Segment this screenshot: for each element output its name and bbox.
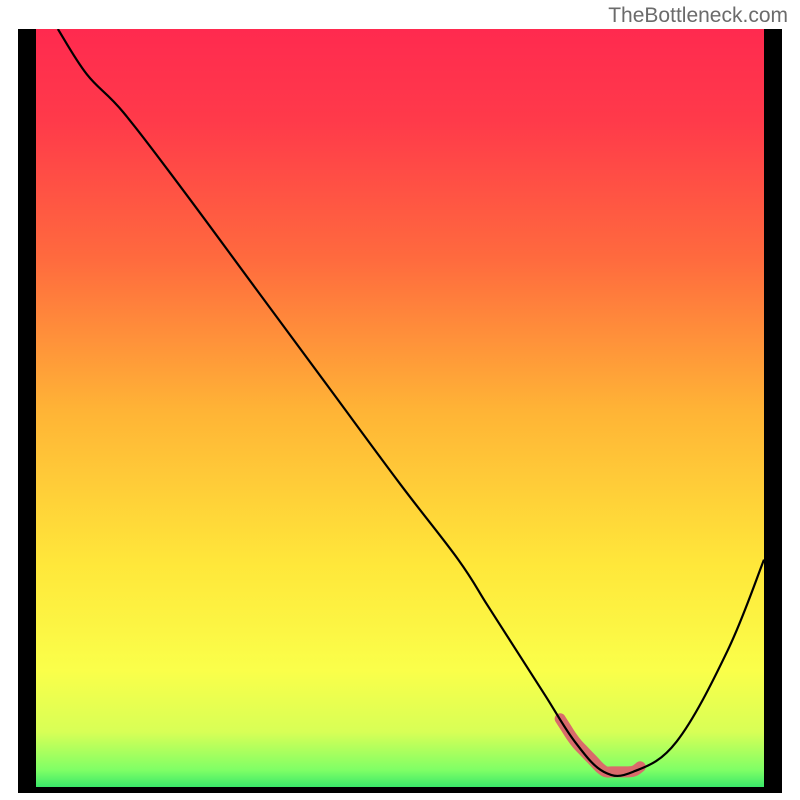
curve-layer [18,29,782,793]
watermark-text: TheBottleneck.com [608,4,788,28]
chart-frame [18,29,782,793]
plot-area [18,29,782,793]
